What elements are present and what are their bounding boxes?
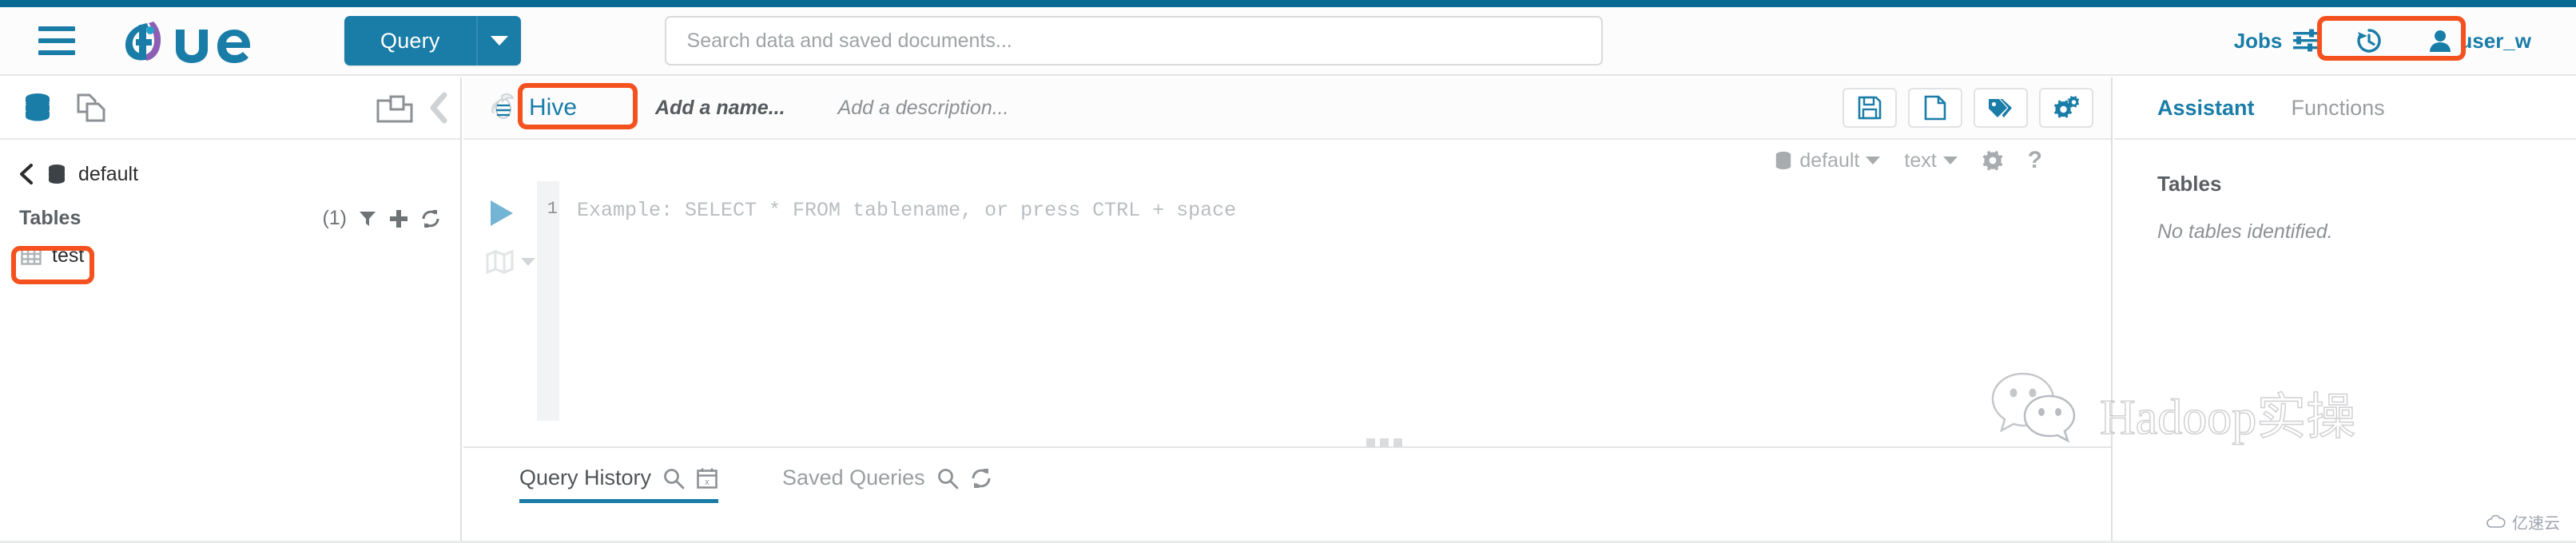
context-help-button[interactable]: ? xyxy=(2028,147,2042,174)
job-history-button[interactable] xyxy=(2355,27,2383,54)
tab-query-history-label: Query History xyxy=(519,466,652,489)
collapse-panel-icon[interactable] xyxy=(427,90,451,129)
hue-logo-icon xyxy=(125,22,251,63)
editor-body: 1 Example: SELECT * FROM tablename, or p… xyxy=(463,181,2111,445)
tab-assistant[interactable]: Assistant xyxy=(2157,96,2255,121)
save-floppy-icon xyxy=(1858,96,1882,120)
chevron-down-icon xyxy=(521,258,535,266)
context-database-label: default xyxy=(1799,149,1860,172)
tables-count: (1) xyxy=(322,207,347,229)
editor-map-toggle[interactable] xyxy=(486,250,545,274)
editor-toolbar xyxy=(1843,88,2093,128)
plus-icon[interactable] xyxy=(388,208,409,229)
top-accent-stripe xyxy=(0,0,2576,7)
assistant-tables-heading: Tables xyxy=(2157,172,2222,196)
tables-section-title: Tables xyxy=(19,207,81,229)
gears-icon xyxy=(2053,96,2079,118)
chevron-down-icon xyxy=(1942,157,1958,164)
tables-section-actions: (1) xyxy=(322,207,441,230)
map-icon xyxy=(486,250,514,274)
user-name-label: user_w xyxy=(2459,28,2531,53)
hamburger-menu-icon[interactable] xyxy=(38,25,75,57)
search-icon[interactable] xyxy=(662,467,685,489)
engine-selector[interactable]: Hive xyxy=(486,89,577,126)
history-clock-icon xyxy=(2357,29,2382,53)
context-format-selector[interactable]: text xyxy=(1904,149,1958,172)
query-name-input[interactable]: Add a name... xyxy=(655,97,785,120)
left-assist-panel: default Tables (1) test xyxy=(0,77,462,543)
code-editor-area[interactable]: 1 Example: SELECT * FROM tablename, or p… xyxy=(537,199,1236,222)
search-icon[interactable] xyxy=(936,467,959,489)
query-description-input[interactable]: Add a description... xyxy=(838,97,1009,120)
tab-functions[interactable]: Functions xyxy=(2292,96,2385,121)
tab-query-history[interactable]: Query History x xyxy=(519,466,719,508)
list-item[interactable]: test xyxy=(21,244,460,268)
database-icon xyxy=(49,164,65,184)
jobs-label: Jobs xyxy=(2233,28,2283,53)
query-dropdown-caret[interactable] xyxy=(475,16,521,65)
tab-saved-queries[interactable]: Saved Queries xyxy=(782,466,992,508)
table-name-label: test xyxy=(52,244,85,267)
left-panel-toolbar xyxy=(0,77,460,140)
app-header: Query Jobs xyxy=(0,7,2576,76)
new-document-icon xyxy=(1924,95,1946,121)
calendar-clear-icon[interactable]: x xyxy=(696,467,718,489)
refresh-icon[interactable] xyxy=(970,467,992,489)
header-actions: Jobs user_w xyxy=(2234,24,2541,58)
results-tab-bar: Query History x Saved Queries xyxy=(463,466,2111,508)
save-button[interactable] xyxy=(1843,88,1897,128)
chevron-left-icon xyxy=(20,164,33,184)
assistant-body: Tables No tables identified. xyxy=(2114,140,2576,244)
search-input[interactable] xyxy=(666,18,1601,64)
user-icon xyxy=(2430,30,2451,52)
assistant-tab-bar: Assistant Functions xyxy=(2114,77,2576,140)
engine-label: Hive xyxy=(529,94,578,121)
editor-context-bar: default text ? xyxy=(463,140,2111,181)
query-button-group[interactable]: Query xyxy=(344,16,521,65)
gear-icon xyxy=(1982,150,2003,171)
code-placeholder: Example: SELECT * FROM tablename, or pre… xyxy=(577,199,1237,222)
tag-icon xyxy=(1989,99,2012,117)
editor-header: Hive Add a name... Add a description... xyxy=(463,77,2111,140)
right-assistant-panel: Assistant Functions Tables No tables ide… xyxy=(2114,77,2576,543)
chevron-down-icon xyxy=(490,36,508,46)
database-icon xyxy=(1776,151,1791,170)
documents-icon[interactable] xyxy=(75,92,107,124)
table-grid-icon xyxy=(21,247,42,265)
tables-section-header: Tables (1) xyxy=(19,207,441,230)
sliders-icon xyxy=(2293,29,2318,52)
editor-splitter[interactable] xyxy=(463,446,2111,449)
drag-handle-dots-icon[interactable] xyxy=(1366,438,1402,447)
breadcrumb-db-label: default xyxy=(78,162,139,185)
hue-query-editor-page: Query Jobs xyxy=(0,0,2576,543)
breadcrumb-default-db[interactable]: default xyxy=(18,162,460,186)
settings-button[interactable] xyxy=(2039,88,2093,128)
play-triangle-icon[interactable] xyxy=(486,197,518,229)
chevron-down-icon xyxy=(1866,157,1881,164)
refresh-icon[interactable] xyxy=(420,208,441,229)
hive-bee-icon xyxy=(491,93,515,119)
new-query-button[interactable] xyxy=(1908,88,1962,128)
open-folder-icon[interactable] xyxy=(376,93,414,130)
query-button[interactable]: Query xyxy=(344,16,476,65)
tab-saved-queries-label: Saved Queries xyxy=(782,466,925,489)
assistant-empty-message: No tables identified. xyxy=(2157,220,2333,243)
line-number: 1 xyxy=(547,199,558,219)
context-settings-button[interactable] xyxy=(1982,149,2004,172)
query-editor-column: Hive Add a name... Add a description... xyxy=(463,77,2113,543)
svg-text:x: x xyxy=(705,478,710,487)
user-menu-button[interactable]: user_w xyxy=(2419,24,2541,58)
tags-button[interactable] xyxy=(1974,88,2028,128)
global-search[interactable] xyxy=(664,16,1603,65)
filter-icon[interactable] xyxy=(358,209,377,228)
hue-logo[interactable] xyxy=(118,17,274,65)
context-format-label: text xyxy=(1904,149,1937,172)
editor-run-controls xyxy=(486,197,545,274)
context-database-selector[interactable]: default xyxy=(1774,149,1881,172)
question-mark-icon: ? xyxy=(2027,147,2042,173)
jobs-link[interactable]: Jobs xyxy=(2234,29,2320,54)
database-icon[interactable] xyxy=(22,92,53,124)
